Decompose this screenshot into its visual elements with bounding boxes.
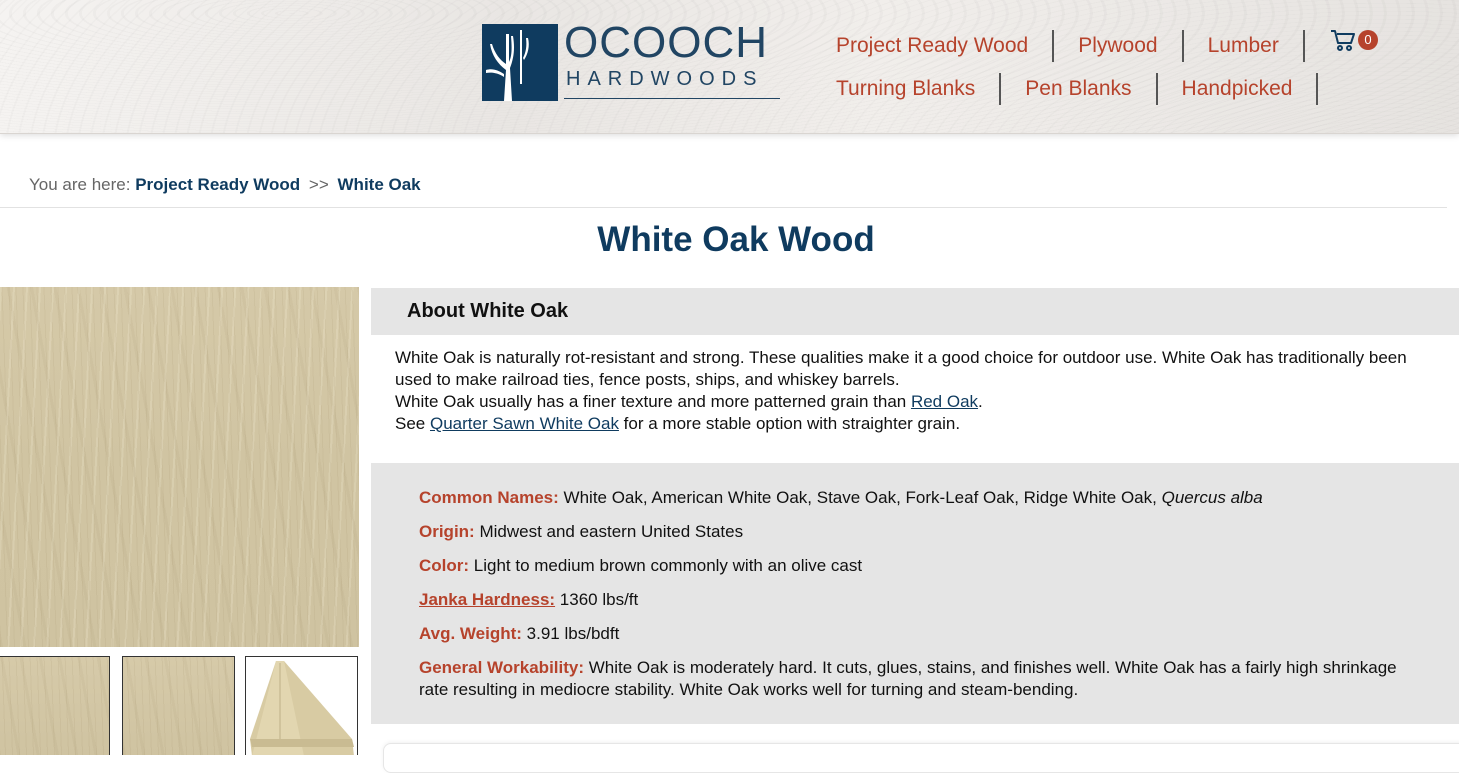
spec-common-names: Common Names: White Oak, American White …: [419, 488, 1263, 507]
spec-general-workability: General Workability: White Oak is modera…: [419, 658, 1397, 699]
red-oak-link[interactable]: Red Oak: [911, 392, 978, 411]
thumbnail-1[interactable]: [0, 656, 110, 755]
cart-icon: [1330, 28, 1356, 52]
logo-wordmark-top: OCOOCH: [564, 18, 768, 67]
breadcrumb-link-project-ready-wood[interactable]: Project Ready Wood: [135, 175, 300, 194]
about-heading: About White Oak: [407, 300, 569, 322]
spec-label: Avg. Weight:: [419, 624, 522, 643]
about-section-header: About White Oak: [371, 288, 1459, 335]
page-title: White Oak Wood: [597, 220, 875, 259]
spec-origin: Origin: Midwest and eastern United State…: [419, 522, 744, 541]
site-header: OCOOCH HARDWOODS Project Ready Wood Plyw…: [0, 0, 1459, 134]
breadcrumb: You are here: Project Ready Wood >> Whit…: [29, 175, 421, 195]
thumbnail-3[interactable]: [245, 656, 358, 755]
cart-button[interactable]: 0: [1330, 28, 1378, 52]
spec-color: Color: Light to medium brown commonly wi…: [419, 556, 863, 575]
spec-label: Common Names:: [419, 488, 559, 507]
nav-link-turning-blanks[interactable]: Turning Blanks: [836, 73, 1002, 105]
main-nav: Project Ready Wood Plywood Lumber Turnin…: [836, 28, 1378, 114]
cart-count-badge: 0: [1358, 30, 1378, 50]
nav-link-pen-blanks[interactable]: Pen Blanks: [1025, 73, 1158, 105]
janka-hardness-link[interactable]: Janka Hardness:: [419, 590, 555, 609]
wood-specs-panel: Common Names: White Oak, American White …: [371, 463, 1459, 724]
logo-underline: [564, 98, 780, 99]
about-paragraph-3: See Quarter Sawn White Oak for a more st…: [395, 414, 961, 433]
about-paragraph-1: White Oak is naturally rot-resistant and…: [395, 348, 1407, 389]
boards-thumbnail-image: [246, 657, 357, 755]
next-section-card: [383, 743, 1459, 773]
nav-row-2: Turning Blanks Pen Blanks Handpicked: [836, 71, 1319, 107]
nav-link-plywood[interactable]: Plywood: [1078, 30, 1184, 62]
nav-row-1: Project Ready Wood Plywood Lumber: [836, 28, 1318, 64]
spec-avg-weight: Avg. Weight: 3.91 lbs/bdft: [419, 624, 620, 643]
nav-link-lumber[interactable]: Lumber: [1208, 30, 1305, 62]
spec-janka-hardness: Janka Hardness: 1360 lbs/ft: [419, 590, 639, 609]
spec-label: Color:: [419, 556, 470, 575]
quarter-sawn-white-oak-link[interactable]: Quarter Sawn White Oak: [430, 414, 619, 433]
latin-name: Quercus alba: [1161, 488, 1263, 507]
tree-logo-icon: [482, 24, 558, 101]
breadcrumb-current[interactable]: White Oak: [338, 175, 421, 194]
thumbnail-2[interactable]: [122, 656, 235, 755]
about-description: White Oak is naturally rot-resistant and…: [395, 347, 1445, 435]
breadcrumb-divider: [0, 207, 1447, 208]
nav-link-project-ready-wood[interactable]: Project Ready Wood: [836, 30, 1055, 62]
main-product-image[interactable]: [0, 287, 359, 647]
about-paragraph-2: White Oak usually has a finer texture an…: [395, 392, 983, 411]
breadcrumb-separator: >>: [308, 175, 329, 194]
spec-label: Origin:: [419, 522, 475, 541]
site-logo[interactable]: OCOOCH HARDWOODS: [482, 18, 782, 102]
logo-wordmark-bottom: HARDWOODS: [566, 68, 764, 90]
nav-link-handpicked[interactable]: Handpicked: [1182, 73, 1319, 105]
breadcrumb-prefix: You are here:: [29, 175, 131, 194]
spec-label: General Workability:: [419, 658, 585, 677]
